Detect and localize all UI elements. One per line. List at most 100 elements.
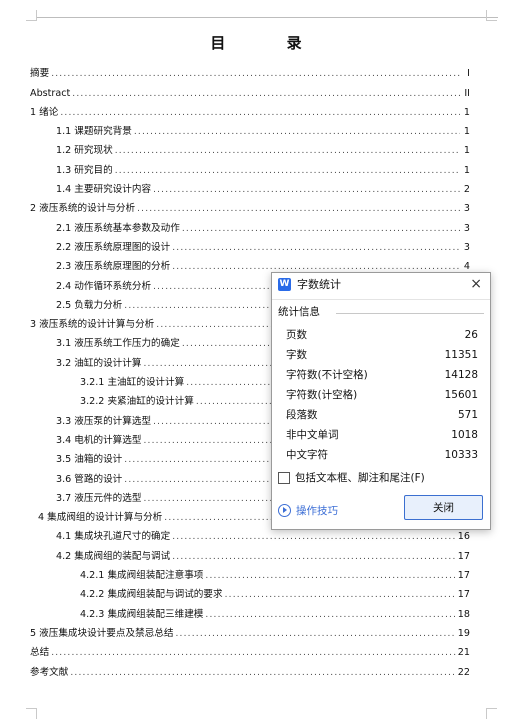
toc-entry-title: 摘要 <box>30 68 50 80</box>
toc-leader-dots <box>225 589 456 601</box>
toc-entry[interactable]: 2.2 液压系统原理图的设计 3 <box>30 235 470 254</box>
toc-entry[interactable]: 2.3 液压系统原理图的分析4 <box>30 254 470 273</box>
toc-entry-title: 2.2 液压系统原理图的设计 <box>56 241 171 253</box>
toc-entry-title: 3.7 液压元件的选型 <box>56 492 142 504</box>
dialog-title-bar[interactable]: W 字数统计 × <box>272 273 490 298</box>
toc-entry-page: I <box>467 68 470 80</box>
toc-entry-page: 17 <box>457 550 470 562</box>
toc-entry-title: 1.3 研究目的 <box>56 164 113 176</box>
toc-entry-page: 17 <box>457 589 470 601</box>
toc-leader-dots <box>205 570 455 582</box>
toc-entry-title: Abstract <box>30 87 71 99</box>
stat-row-chinese-chars: 中文字符 10333 <box>272 445 490 465</box>
toc-leader-dots <box>51 647 456 659</box>
tips-link[interactable]: 操作技巧 <box>278 502 338 518</box>
toc-entry-page: 1 <box>463 164 470 176</box>
stat-value: 1018 <box>451 429 478 441</box>
toc-entry-page: 22 <box>457 666 470 678</box>
toc-entry-title: 3.3 液压泵的计算选型 <box>56 415 152 427</box>
close-icon[interactable]: × <box>470 276 482 292</box>
toc-entry-title: 2.1 液压系统基本参数及动作 <box>56 222 180 234</box>
toc-entry-title: 3 液压系统的设计计算与分析 <box>30 319 155 331</box>
toc-entry-title: 4 集成阀组的设计计算与分析 <box>38 512 163 524</box>
toc-entry-title: 1.4 主要研究设计内容 <box>56 184 152 196</box>
toc-entry[interactable]: 1.2 研究现状 1 <box>30 138 470 157</box>
toc-leader-dots <box>137 203 460 215</box>
toc-entry[interactable]: 1.3 研究目的 1 <box>30 157 470 176</box>
toc-leader-dots <box>153 184 460 196</box>
toc-entry-page: 17 <box>457 570 470 582</box>
toc-entry-page: 1 <box>463 126 470 138</box>
toc-entry-page: 3 <box>463 203 470 215</box>
page-corner-mark <box>486 10 497 21</box>
stat-value: 10333 <box>444 449 478 461</box>
toc-entry-title: 3.2.2 夹紧油缸的设计计算 <box>80 396 194 408</box>
close-button[interactable]: 关闭 <box>404 495 483 520</box>
toc-entry[interactable]: 1 绪论 1 <box>30 100 470 119</box>
stat-row-paragraphs: 段落数 571 <box>272 405 490 425</box>
toc-entry[interactable]: 总结 21 <box>30 640 470 659</box>
toc-entry-title: 3.2 油缸的设计计算 <box>56 357 142 369</box>
section-divider <box>336 313 484 314</box>
toc-entry-title: 5 液压集成块设计要点及禁忌总结 <box>30 627 174 639</box>
toc-entry-title: 4.2.1 集成阀组装配注意事项 <box>80 570 204 582</box>
toc-leader-dots <box>70 667 455 679</box>
toc-entry[interactable]: 2 液压系统的设计与分析 3 <box>30 196 470 215</box>
toc-entry-title: 3.2.1 主油缸的设计计算 <box>80 377 185 389</box>
toc-entry[interactable]: 4.2.1 集成阀组装配注意事项 17 <box>30 563 470 582</box>
stat-value: 26 <box>464 329 478 341</box>
toc-entry-title: 4.1 集成块孔道尺寸的确定 <box>56 531 171 543</box>
toc-entry[interactable]: 5 液压集成块设计要点及禁忌总结 19 <box>30 621 470 640</box>
toc-leader-dots <box>134 126 460 138</box>
toc-entry-title: 3.5 油箱的设计 <box>56 454 123 466</box>
stat-label: 中文字符 <box>286 449 328 461</box>
title-divider <box>272 299 490 300</box>
page-top-rule <box>36 17 498 18</box>
page-corner-mark <box>26 10 37 21</box>
toc-entry[interactable]: 1.1 课题研究背景 1 <box>30 119 470 138</box>
stat-label: 字数 <box>286 349 307 361</box>
word-count-dialog: W 字数统计 × 统计信息 页数 26 字数 11351 字符数(不计空格) 1… <box>271 272 491 530</box>
statistics-section-label: 统计信息 <box>278 306 320 318</box>
toc-leader-dots <box>172 531 456 543</box>
toc-entry-page: 1 <box>463 145 470 157</box>
stat-label: 字符数(计空格) <box>286 389 358 401</box>
stat-label: 页数 <box>286 329 307 341</box>
stat-label: 字符数(不计空格) <box>286 369 368 381</box>
toc-entry-title: 1 绪论 <box>30 106 59 118</box>
checkbox-box[interactable] <box>278 472 290 484</box>
toc-entry-page: 3 <box>463 241 470 253</box>
toc-entry[interactable]: 4.2 集成阀组的装配与调试 17 <box>30 543 470 562</box>
stat-value: 571 <box>457 409 478 421</box>
checkbox-label: 包括文本框、脚注和尾注(F) <box>295 472 425 484</box>
toc-leader-dots <box>172 242 460 254</box>
page-corner-mark <box>26 708 37 719</box>
toc-entry[interactable]: 2.1 液压系统基本参数及动作 3 <box>30 215 470 234</box>
toc-leader-dots <box>205 609 455 621</box>
toc-entry-page: II <box>464 87 470 99</box>
toc-leader-dots <box>115 145 460 157</box>
toc-entry[interactable]: 参考文献 22 <box>30 659 470 678</box>
toc-entry-title: 4.2.3 集成阀组装配三维建模 <box>80 608 204 620</box>
toc-entry-page: 2 <box>463 184 470 196</box>
toc-entry-page: 21 <box>457 647 470 659</box>
toc-title: 目 录 <box>210 34 330 52</box>
toc-entry-title: 2.5 负载力分析 <box>56 299 123 311</box>
toc-entry-title: 1.1 课题研究背景 <box>56 126 132 138</box>
toc-entry-title: 3.6 管路的设计 <box>56 473 123 485</box>
toc-entry[interactable]: 1.4 主要研究设计内容 2 <box>30 177 470 196</box>
toc-entry[interactable]: 4.2.2 集成阀组装配与调试的要求 17 <box>30 582 470 601</box>
wps-writer-icon: W <box>278 278 291 291</box>
toc-entry[interactable]: 摘要 I <box>30 61 470 80</box>
stat-row-non-chinese-words: 非中文单词 1018 <box>272 425 490 445</box>
toc-entry[interactable]: 4.2.3 集成阀组装配三维建模 18 <box>30 601 470 620</box>
toc-entry-title: 总结 <box>30 647 50 659</box>
toc-entry-title: 3.1 液压系统工作压力的确定 <box>56 338 180 350</box>
stat-value: 14128 <box>444 369 478 381</box>
toc-entry-page: 3 <box>463 222 470 234</box>
toc-entry-page: 1 <box>463 106 470 118</box>
statistics-list: 页数 26 字数 11351 字符数(不计空格) 14128 字符数(计空格) … <box>272 325 490 465</box>
include-textbox-footnotes-checkbox[interactable]: 包括文本框、脚注和尾注(F) <box>278 471 425 485</box>
stat-row-chars-with-spaces: 字符数(计空格) 15601 <box>272 385 490 405</box>
toc-entry[interactable]: Abstract II <box>30 80 470 99</box>
